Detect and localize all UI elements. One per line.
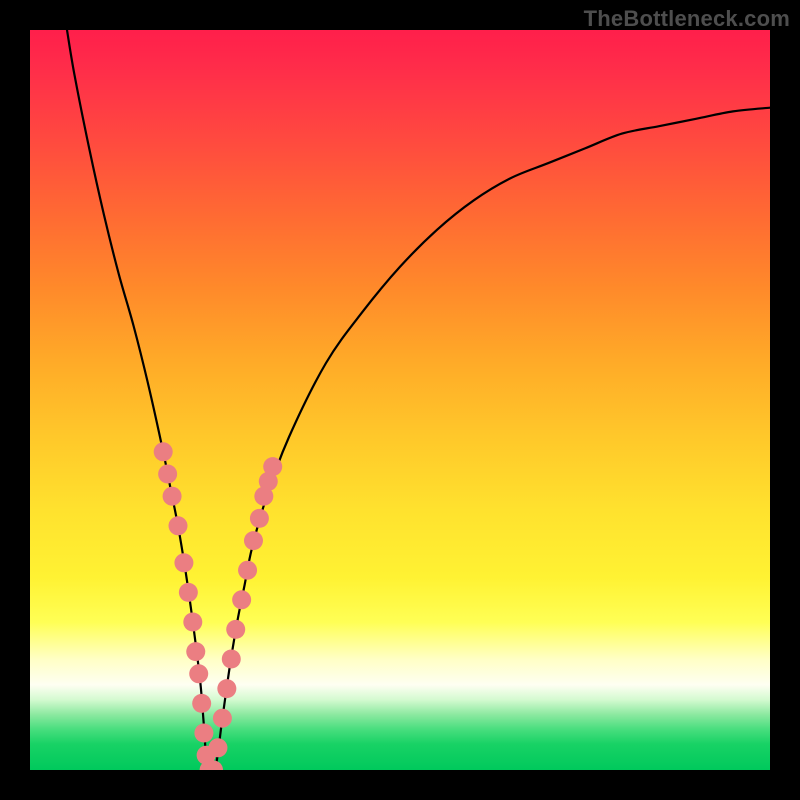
highlight-point [194,724,213,743]
chart-svg [30,30,770,770]
watermark-text: TheBottleneck.com [584,6,790,32]
highlight-point [217,679,236,698]
highlight-point [179,583,198,602]
gradient-background [30,30,770,770]
highlight-point [183,613,202,632]
highlight-point [208,738,227,757]
highlight-point [163,487,182,506]
highlight-point [186,642,205,661]
highlight-point [226,620,245,639]
highlight-point [192,694,211,713]
highlight-point [244,531,263,550]
highlight-point [213,709,232,728]
highlight-point [232,590,251,609]
highlight-point [222,650,241,669]
highlight-point [189,664,208,683]
highlight-point [250,509,269,528]
plot-area [30,30,770,770]
highlight-point [169,516,188,535]
highlight-point [263,457,282,476]
highlight-point [154,442,173,461]
chart-frame: TheBottleneck.com [0,0,800,800]
highlight-point [238,561,257,580]
highlight-point [158,465,177,484]
highlight-point [174,553,193,572]
